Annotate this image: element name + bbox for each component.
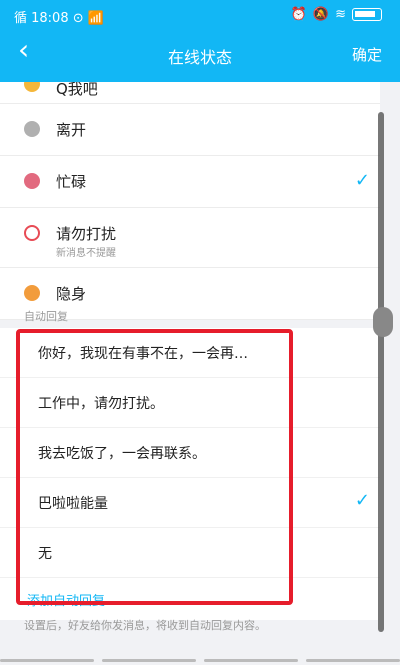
auto-reply-text: 我去吃饭了，一会再联系。 bbox=[38, 446, 206, 462]
status-label: 忙碌 bbox=[56, 173, 87, 191]
status-list: Q我吧 离开 忙碌 ✓ 请勿打扰 新消息不提醒 隐身 bbox=[0, 82, 380, 320]
status-label: 隐身 bbox=[56, 285, 87, 303]
indicator-segment bbox=[204, 659, 298, 662]
auto-reply-row[interactable]: 工作中，请勿打扰。 bbox=[0, 378, 380, 428]
status-bar: 循 18:08 ⊙ 📶 ⏰ 🔕 ≋ bbox=[0, 0, 400, 30]
footer-note: 设置后，好友给你发消息，将收到自动回复内容。 bbox=[24, 619, 266, 632]
auto-reply-list: 你好，我现在有事不在，一会再… 工作中，请勿打扰。 我去吃饭了，一会再联系。 巴… bbox=[0, 328, 380, 620]
add-auto-reply-label: 添加自动回复 bbox=[27, 594, 106, 609]
invisible-icon bbox=[24, 285, 40, 301]
indicator-segment bbox=[102, 659, 196, 662]
alarm-icon: ⏰ bbox=[290, 7, 307, 22]
indicator-segment bbox=[306, 659, 400, 662]
scroll-handle[interactable] bbox=[373, 307, 393, 337]
bottom-indicator bbox=[0, 659, 400, 663]
auto-reply-row[interactable]: 无 bbox=[0, 528, 380, 578]
no-disturb-icon bbox=[24, 225, 40, 241]
auto-reply-text: 无 bbox=[38, 546, 52, 562]
clock-icon bbox=[24, 121, 40, 137]
battery-icon bbox=[352, 8, 382, 21]
auto-reply-text: 你好，我现在有事不在，一会再… bbox=[38, 346, 248, 362]
status-bar-left: 循 18:08 ⊙ 📶 bbox=[14, 11, 104, 26]
app-header: 循 18:08 ⊙ 📶 ⏰ 🔕 ≋ ‹ 在线状态 确定 bbox=[0, 0, 400, 82]
auto-reply-row[interactable]: 我去吃饭了，一会再联系。 bbox=[0, 428, 380, 478]
auto-reply-section-title: 自动回复 bbox=[24, 310, 68, 323]
indicator-segment bbox=[0, 659, 94, 662]
status-color-icon bbox=[24, 82, 40, 92]
scrollbar[interactable] bbox=[378, 112, 384, 632]
add-auto-reply-button[interactable]: 添加自动回复 bbox=[0, 578, 380, 620]
content: Q我吧 离开 忙碌 ✓ 请勿打扰 新消息不提醒 隐身 自动回复 你好，我现在有事… bbox=[0, 82, 400, 665]
auto-reply-text: 工作中，请勿打扰。 bbox=[38, 396, 164, 412]
auto-reply-text: 巴啦啦能量 bbox=[38, 496, 108, 512]
status-label: 请勿打扰 bbox=[56, 225, 117, 243]
wifi-icon: ≋ bbox=[335, 7, 346, 22]
status-bar-right: ⏰ 🔕 ≋ bbox=[291, 7, 382, 22]
status-row-busy[interactable]: 忙碌 ✓ bbox=[0, 156, 380, 208]
page-title: 在线状态 bbox=[167, 48, 232, 67]
status-label: 离开 bbox=[56, 121, 87, 139]
auto-reply-row[interactable]: 巴啦啦能量 ✓ bbox=[0, 478, 380, 528]
status-sublabel: 新消息不提醒 bbox=[56, 248, 116, 259]
check-icon: ✓ bbox=[354, 170, 370, 191]
auto-reply-row[interactable]: 你好，我现在有事不在，一会再… bbox=[0, 328, 380, 378]
status-label: Q我吧 bbox=[56, 82, 98, 98]
status-row-away[interactable]: 离开 bbox=[0, 104, 380, 156]
mute-icon: 🔕 bbox=[312, 7, 330, 22]
check-icon: ✓ bbox=[354, 490, 370, 511]
confirm-button[interactable]: 确定 bbox=[352, 44, 382, 65]
status-row-q-me[interactable]: Q我吧 bbox=[0, 82, 380, 104]
status-row-dnd[interactable]: 请勿打扰 新消息不提醒 bbox=[0, 208, 380, 268]
busy-icon bbox=[24, 173, 40, 189]
